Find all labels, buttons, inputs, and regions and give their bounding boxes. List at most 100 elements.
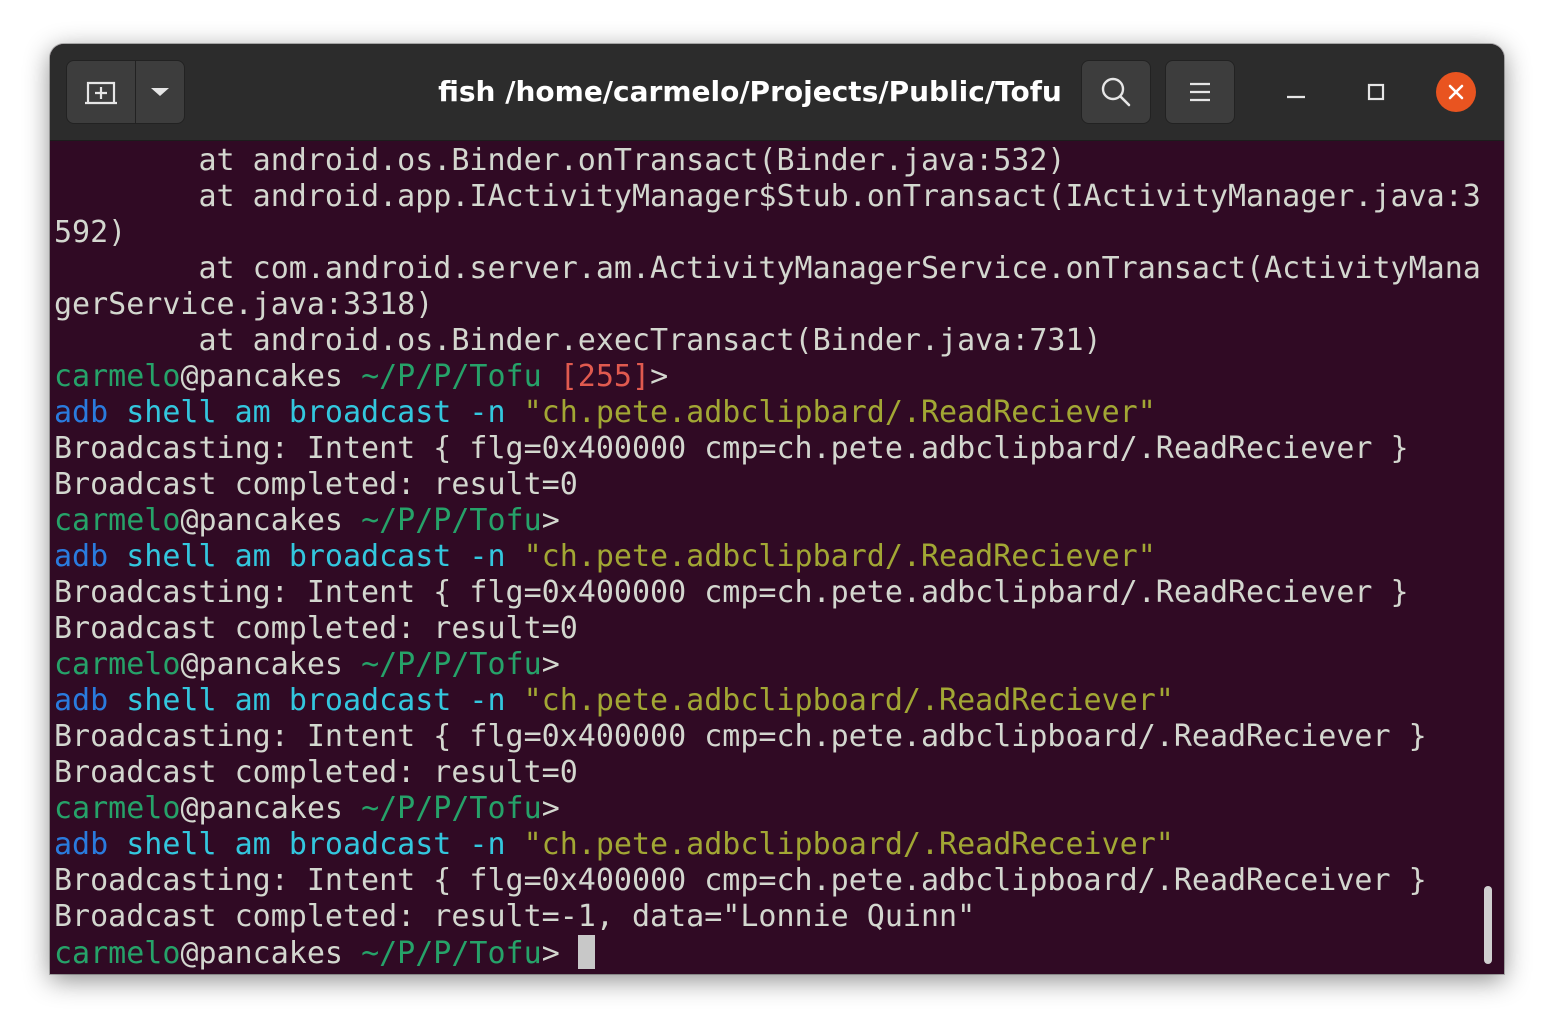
- terminal-text: "ch.pete.adbclipbard/.ReadReciever": [523, 395, 1156, 430]
- terminal-line: adb shell am broadcast -n "ch.pete.adbcl…: [54, 395, 1156, 431]
- terminal-text: at android.app.IActivityManager$Stub.onT…: [54, 179, 1481, 214]
- terminal-text: @pancakes: [180, 503, 362, 538]
- terminal-line: carmelo@pancakes ~/P/P/Tofu>: [54, 647, 560, 683]
- terminal-text: carmelo: [54, 791, 181, 826]
- window-title: fish /home/carmelo/Projects/Public/Tofu: [438, 75, 1062, 108]
- search-icon: [1101, 77, 1131, 107]
- terminal-text: Broadcasting: Intent { flg=0x400000 cmp=…: [54, 719, 1427, 754]
- terminal-text: Broadcasting: Intent { flg=0x400000 cmp=…: [54, 431, 1409, 466]
- terminal-text: gerService.java:3318): [54, 287, 434, 322]
- terminal-text: at android.os.Binder.execTransact(Binder…: [54, 323, 1102, 358]
- minimize-icon: [1287, 95, 1305, 99]
- terminal-text: ~/P/P/Tofu: [361, 503, 542, 538]
- terminal-text: shell am: [126, 395, 271, 430]
- terminal-text: ~/P/P/Tofu: [361, 359, 542, 394]
- terminal-text: adb: [54, 827, 109, 862]
- terminal-line: at android.os.Binder.onTransact(Binder.j…: [54, 143, 1065, 179]
- maximize-button[interactable]: [1356, 72, 1396, 112]
- terminal-line: at android.os.Binder.execTransact(Binder…: [54, 323, 1102, 359]
- terminal-text: at com.android.server.am.ActivityManager…: [54, 251, 1481, 286]
- terminal-line: Broadcast completed: result=-1, data="Lo…: [54, 899, 975, 935]
- terminal-text: broadcast -n: [288, 539, 506, 574]
- terminal-text: Broadcasting: Intent { flg=0x400000 cmp=…: [54, 863, 1427, 898]
- terminal-text: [255]: [559, 359, 651, 394]
- new-tab-icon: [85, 81, 117, 105]
- terminal-line: Broadcasting: Intent { flg=0x400000 cmp=…: [54, 431, 1409, 467]
- terminal-text: Broadcasting: Intent { flg=0x400000 cmp=…: [54, 575, 1409, 610]
- new-tab-button[interactable]: [66, 60, 136, 124]
- terminal-text: Broadcast completed: result=0: [54, 755, 578, 790]
- terminal-line: Broadcasting: Intent { flg=0x400000 cmp=…: [54, 863, 1427, 899]
- terminal-text: @pancakes: [180, 359, 362, 394]
- terminal-text: Broadcast completed: result=-1, data="Lo…: [54, 899, 976, 934]
- terminal-text: carmelo: [54, 503, 181, 538]
- scrollbar-thumb[interactable]: [1484, 886, 1492, 964]
- terminal-line: at com.android.server.am.ActivityManager…: [54, 251, 1481, 287]
- terminal-text: broadcast -n: [288, 395, 506, 430]
- terminal-text: ~/P/P/Tofu: [361, 791, 542, 826]
- terminal-text: carmelo: [54, 936, 181, 971]
- terminal-output[interactable]: at android.os.Binder.onTransact(Binder.j…: [50, 141, 1504, 974]
- search-button[interactable]: [1081, 60, 1151, 124]
- close-button[interactable]: [1436, 72, 1476, 112]
- terminal-text: "ch.pete.adbclipboard/.ReadReciever": [523, 683, 1174, 718]
- terminal-text: broadcast -n: [288, 827, 506, 862]
- hamburger-menu-icon: [1190, 82, 1210, 102]
- terminal-text: >: [541, 791, 560, 826]
- terminal-text: @pancakes: [180, 791, 362, 826]
- terminal-text: adb: [54, 683, 109, 718]
- terminal-text: carmelo: [54, 647, 181, 682]
- terminal-line: gerService.java:3318): [54, 287, 433, 323]
- terminal-text: @pancakes: [180, 647, 362, 682]
- maximize-icon: [1367, 83, 1385, 101]
- terminal-line: Broadcasting: Intent { flg=0x400000 cmp=…: [54, 575, 1409, 611]
- terminal-text: adb: [54, 395, 109, 430]
- terminal-text: carmelo: [54, 359, 181, 394]
- terminal-line: Broadcast completed: result=0: [54, 467, 578, 503]
- terminal-text: "ch.pete.adbclipbard/.ReadReciever": [523, 539, 1156, 574]
- terminal-text: >: [541, 647, 560, 682]
- terminal-text: shell am: [126, 827, 271, 862]
- terminal-text: "ch.pete.adbclipboard/.ReadReceiver": [523, 827, 1174, 862]
- terminal-text: Broadcast completed: result=0: [54, 611, 578, 646]
- terminal-text: adb: [54, 539, 109, 574]
- terminal-text: at android.os.Binder.onTransact(Binder.j…: [54, 143, 1066, 178]
- terminal-line: Broadcast completed: result=0: [54, 611, 578, 647]
- terminal-text: 592): [54, 215, 127, 250]
- terminal-line: adb shell am broadcast -n "ch.pete.adbcl…: [54, 827, 1174, 863]
- terminal-text: ~/P/P/Tofu: [361, 936, 542, 971]
- terminal-line: Broadcasting: Intent { flg=0x400000 cmp=…: [54, 719, 1427, 755]
- terminal-line: carmelo@pancakes ~/P/P/Tofu>: [54, 503, 560, 539]
- header-bar: fish /home/carmelo/Projects/Public/Tofu: [50, 44, 1504, 141]
- terminal-text: >: [650, 359, 669, 394]
- text-cursor: [577, 935, 595, 969]
- terminal-line: carmelo@pancakes ~/P/P/Tofu>: [54, 791, 560, 827]
- terminal-text: ~/P/P/Tofu: [361, 647, 542, 682]
- terminal-text: shell am: [126, 539, 271, 574]
- terminal-line: Broadcast completed: result=0: [54, 755, 578, 791]
- terminal-text: broadcast -n: [288, 683, 506, 718]
- chevron-down-icon: [151, 88, 169, 96]
- minimize-button[interactable]: [1276, 72, 1316, 112]
- terminal-text: shell am: [126, 683, 271, 718]
- close-icon: [1448, 84, 1464, 100]
- main-menu-button[interactable]: [1165, 60, 1235, 124]
- terminal-line: 592): [54, 215, 126, 251]
- terminal-line: carmelo@pancakes ~/P/P/Tofu [255]>: [54, 359, 668, 395]
- tab-menu-dropdown-button[interactable]: [135, 60, 185, 124]
- terminal-line: at android.app.IActivityManager$Stub.onT…: [54, 179, 1481, 215]
- terminal-window: fish /home/carmelo/Projects/Public/Tofu: [50, 44, 1504, 974]
